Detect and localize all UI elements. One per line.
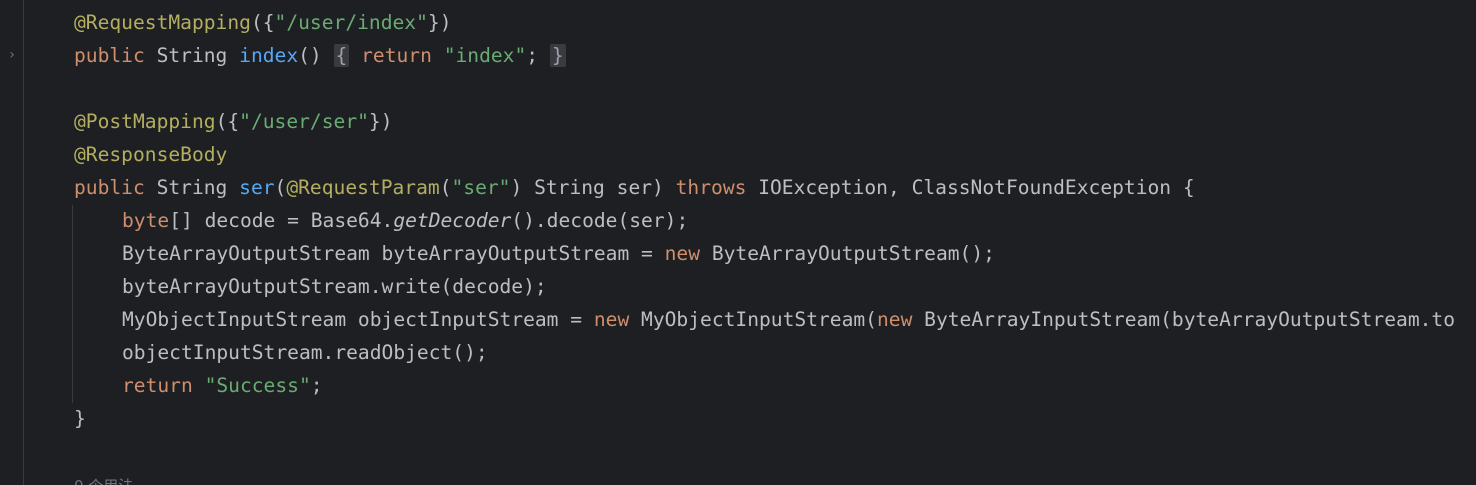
chevron-right-icon[interactable]: › (5, 45, 19, 65)
keyword-return: return (122, 374, 193, 397)
annotation-post-mapping: @PostMapping (74, 110, 216, 133)
code-line-write[interactable]: byteArrayOutputStream.write(decode); (122, 270, 547, 303)
type-string: String (144, 176, 240, 199)
keyword-new: new (593, 308, 630, 331)
code-line-post-mapping[interactable]: @PostMapping({"/user/ser"}) (74, 105, 393, 138)
static-method-get-decoder: getDecoder (393, 209, 512, 232)
code-text: MyObjectInputStream( (629, 308, 877, 331)
code-line-close-brace[interactable]: } (74, 402, 86, 435)
punct: ({ (215, 110, 240, 133)
code-line-read-object[interactable]: objectInputStream.readObject(); (122, 336, 488, 369)
method-name-ser: ser (239, 176, 275, 199)
string-literal: "ser" (451, 176, 511, 199)
code-editor[interactable]: › @RequestMapping({"/user/index"}) publi… (0, 0, 1476, 485)
annotation-response-body: @ResponseBody (74, 143, 228, 166)
code-text: ByteArrayOutputStream byteArrayOutputStr… (122, 242, 665, 265)
keyword-throws: throws (675, 176, 747, 199)
code-line-ser-method[interactable]: public String ser(@RequestParam("ser") S… (74, 171, 1195, 204)
punct: ({ (250, 11, 275, 34)
keyword-public: public (74, 44, 145, 67)
code-text: [] decode = Base64. (169, 209, 394, 232)
params: ) String ser) (510, 176, 676, 199)
punct: ( (274, 176, 287, 199)
punct: () (298, 44, 322, 67)
semicolon: ; (526, 44, 539, 67)
closing-brace: } (74, 407, 86, 430)
code-text: byteArrayOutputStream.write(decode); (122, 275, 547, 298)
keyword-byte: byte (122, 209, 170, 232)
type-string: String (144, 44, 240, 67)
editor-gutter[interactable]: › (0, 0, 24, 485)
usages-count-label: 0 个用法 (74, 477, 133, 485)
code-text: objectInputStream.readObject(); (122, 341, 488, 364)
code-line-output-stream[interactable]: ByteArrayOutputStream byteArrayOutputStr… (122, 237, 995, 270)
code-text: MyObjectInputStream objectInputStream = (122, 308, 594, 331)
code-line-return-success[interactable]: return "Success"; (122, 369, 323, 402)
semicolon: ; (310, 374, 323, 397)
string-literal: "Success" (204, 374, 311, 397)
method-name-index: index (239, 44, 299, 67)
keyword-new: new (664, 242, 701, 265)
string-literal: "/user/ser" (239, 110, 369, 133)
folded-brace-open[interactable]: { (333, 44, 350, 67)
code-text: ().decode(ser); (511, 209, 689, 232)
punct: }) (368, 110, 393, 133)
code-text: ByteArrayOutputStream(); (700, 242, 995, 265)
annotation-request-param: @RequestParam (286, 176, 440, 199)
keyword-public: public (74, 176, 145, 199)
code-line-request-mapping[interactable]: @RequestMapping({"/user/index"}) (74, 6, 452, 39)
punct: ( (439, 176, 452, 199)
keyword-return: return (361, 44, 432, 67)
code-line-response-body[interactable]: @ResponseBody (74, 138, 227, 171)
exceptions: IOException, ClassNotFoundException { (746, 176, 1195, 199)
gutter-divider (23, 0, 24, 485)
indent-guide (72, 205, 73, 403)
string-literal: "index" (443, 44, 527, 67)
string-literal: "/user/index" (274, 11, 428, 34)
code-text: ByteArrayInputStream(byteArrayOutputStre… (912, 308, 1456, 331)
punct: }) (427, 11, 452, 34)
folded-brace-close[interactable]: } (549, 44, 566, 67)
annotation-request-mapping: @RequestMapping (74, 11, 251, 34)
code-line-decode[interactable]: byte[] decode = Base64.getDecoder().deco… (122, 204, 688, 237)
keyword-new: new (876, 308, 913, 331)
usage-hint[interactable]: 0 个用法 (74, 468, 133, 485)
code-line-object-input-stream[interactable]: MyObjectInputStream objectInputStream = … (122, 303, 1455, 336)
code-line-index-method[interactable]: public String index() { return "index"; … (74, 39, 566, 72)
